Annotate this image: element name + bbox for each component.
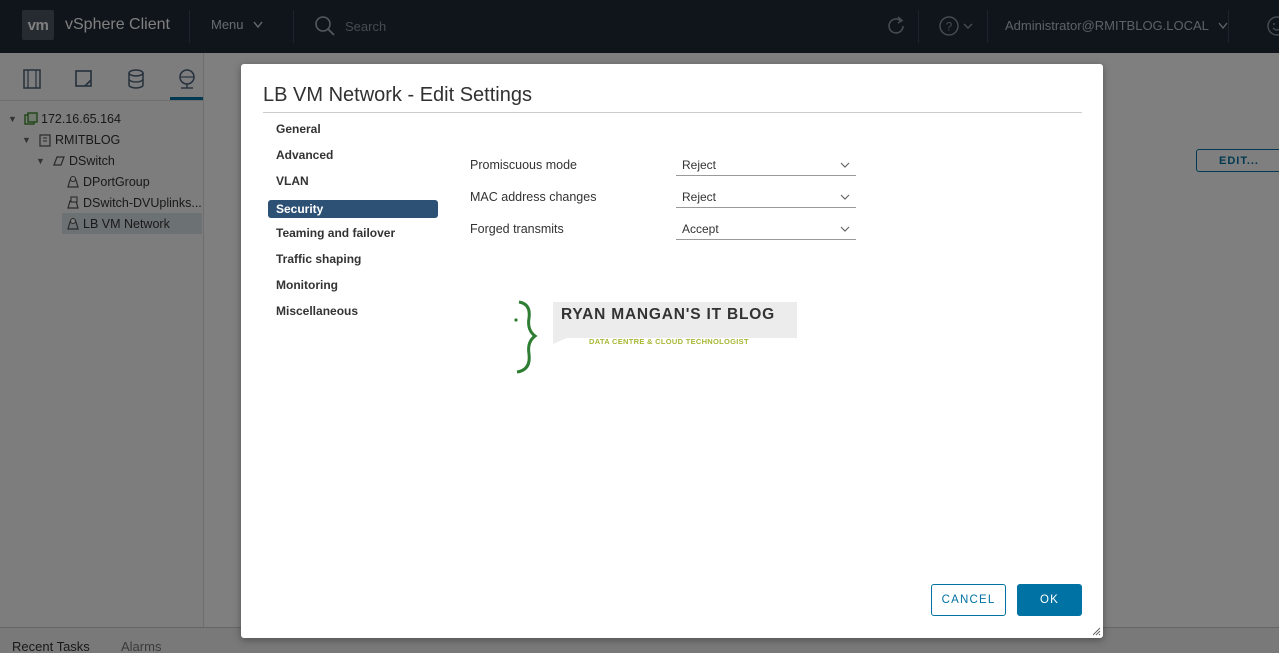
chevron-down-icon <box>840 226 850 232</box>
title-divider <box>263 112 1082 113</box>
form-row-forged-transmits: Forged transmits Accept <box>470 218 870 244</box>
blog-title: RYAN MANGAN'S IT BLOG <box>561 306 775 323</box>
nav-item-advanced[interactable]: Advanced <box>268 146 438 164</box>
chevron-down-icon <box>840 162 850 168</box>
mac-address-changes-select[interactable]: Reject <box>676 186 856 208</box>
cancel-button[interactable]: CANCEL <box>931 584 1006 616</box>
blog-subtitle: DATA CENTRE & CLOUD TECHNOLOGIST <box>589 337 749 346</box>
edit-settings-dialog: LB VM Network - Edit Settings General Ad… <box>241 64 1103 638</box>
nav-item-traffic-shaping[interactable]: Traffic shaping <box>268 250 438 268</box>
select-value: Reject <box>682 158 717 172</box>
nav-item-general[interactable]: General <box>268 120 438 138</box>
nav-item-monitoring[interactable]: Monitoring <box>268 276 438 294</box>
select-value: Reject <box>682 190 717 204</box>
select-value: Accept <box>682 222 719 236</box>
resize-handle-icon[interactable] <box>1091 626 1101 636</box>
promiscuous-mode-select[interactable]: Reject <box>676 154 856 176</box>
forged-transmits-select[interactable]: Accept <box>676 218 856 240</box>
promiscuous-mode-label: Promiscuous mode <box>470 158 577 172</box>
form-row-promiscuous: Promiscuous mode Reject <box>470 154 870 180</box>
mac-address-changes-label: MAC address changes <box>470 190 597 204</box>
form-row-mac-changes: MAC address changes Reject <box>470 186 870 212</box>
chevron-down-icon <box>840 194 850 200</box>
nav-item-security[interactable]: Security <box>268 200 438 218</box>
nav-item-miscellaneous[interactable]: Miscellaneous <box>268 302 438 320</box>
ok-button[interactable]: OK <box>1017 584 1082 616</box>
nav-item-vlan[interactable]: VLAN <box>268 172 438 190</box>
forged-transmits-label: Forged transmits <box>470 222 564 236</box>
nav-item-teaming-failover[interactable]: Teaming and failover <box>268 224 438 242</box>
dialog-title: LB VM Network - Edit Settings <box>263 84 532 106</box>
